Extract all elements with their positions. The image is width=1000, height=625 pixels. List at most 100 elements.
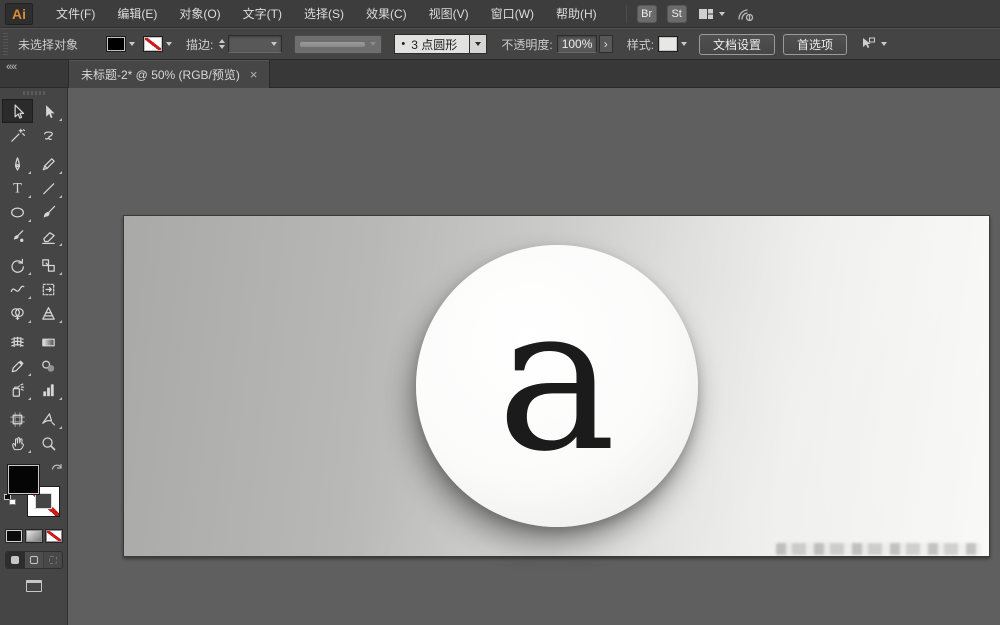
none-button[interactable] — [44, 529, 63, 543]
stroke-swatch-hole — [35, 494, 51, 508]
blend-tool[interactable] — [33, 354, 64, 378]
pen-tool[interactable] — [2, 152, 33, 176]
menu-item-edit[interactable]: 编辑(E) — [106, 0, 168, 28]
stock-button[interactable]: St — [666, 4, 687, 23]
main-menu: 文件(F) 编辑(E) 对象(O) 文字(T) 选择(S) 效果(C) 视图(V) 窗口(W)… — [45, 0, 608, 28]
color-button[interactable] — [4, 529, 23, 543]
fill-color-swatch[interactable] — [6, 464, 40, 495]
flyout-indicator — [27, 373, 31, 376]
scale-tool[interactable] — [33, 253, 64, 277]
artboard[interactable]: a — [123, 215, 990, 557]
opacity-input[interactable]: 100% — [556, 35, 597, 53]
gradient-button[interactable] — [24, 529, 43, 543]
opacity-label: 不透明度: — [501, 37, 553, 52]
chevron-down-icon — [881, 42, 888, 46]
width-tool[interactable] — [2, 277, 33, 301]
flyout-indicator — [58, 272, 62, 275]
opacity-panel-arrow[interactable]: › — [598, 35, 613, 53]
stroke-color-dropdown[interactable] — [143, 36, 172, 52]
white-circle[interactable]: a — [415, 245, 698, 527]
mesh-tool[interactable] — [2, 330, 33, 354]
brush-thumbnail: • — [401, 38, 406, 50]
collapse-panels-icon[interactable]: «« — [6, 61, 17, 73]
drawing-mode-buttons — [4, 551, 63, 569]
free-transform-tool[interactable] — [33, 277, 64, 301]
rotate-tool[interactable] — [2, 253, 33, 277]
eraser-tool[interactable] — [33, 224, 64, 248]
column-graph-tool[interactable] — [33, 378, 64, 402]
zoom-tool-icon — [41, 436, 55, 450]
flyout-indicator — [27, 397, 31, 400]
type-tool[interactable]: T — [2, 176, 33, 200]
line-segment-tool[interactable] — [33, 176, 64, 200]
artboard-tool[interactable] — [2, 407, 33, 431]
panel-grip[interactable] — [22, 91, 45, 95]
symbol-sprayer-tool[interactable] — [2, 378, 33, 402]
direct-selection-tool[interactable] — [33, 99, 64, 123]
app-logo: Ai — [5, 2, 33, 25]
eyedropper-tool[interactable] — [2, 354, 33, 378]
menu-item-effect[interactable]: 效果(C) — [355, 0, 418, 28]
draw-normal-button[interactable] — [5, 552, 25, 568]
style-label: 样式: — [626, 37, 655, 52]
blob-brush-tool[interactable] — [2, 224, 33, 248]
select-similar-dropdown[interactable] — [859, 35, 888, 53]
magic-wand-tool-icon — [10, 128, 25, 142]
draw-inside-button[interactable] — [42, 552, 62, 568]
style-dropdown[interactable] — [658, 36, 688, 52]
share-publish-icon[interactable] — [735, 5, 755, 23]
pencil-tool[interactable] — [33, 152, 64, 176]
selection-tool[interactable] — [1, 99, 33, 123]
preferences-button[interactable]: 首选项 — [783, 33, 848, 55]
document-setup-button[interactable]: 文档设置 — [699, 33, 776, 55]
default-fill-stroke-icon[interactable] — [3, 494, 16, 505]
menu-item-object[interactable]: 对象(O) — [168, 0, 231, 28]
slice-tool[interactable] — [33, 407, 64, 431]
flyout-indicator — [58, 397, 62, 400]
perspective-grid-tool[interactable] — [33, 301, 64, 325]
perspective-grid-tool-icon — [41, 306, 55, 320]
gradient-tool[interactable] — [33, 330, 64, 354]
hand-tool[interactable] — [2, 431, 33, 455]
bridge-button[interactable]: Br — [636, 4, 657, 23]
stroke-none-swatch — [143, 36, 163, 52]
stroke-weight-stepper[interactable] — [219, 39, 226, 49]
workspace-switcher[interactable] — [697, 5, 725, 23]
magic-wand-tool[interactable] — [2, 123, 33, 147]
width-profile-dropdown[interactable] — [294, 34, 383, 54]
letter-a: a — [496, 263, 617, 496]
menu-item-file[interactable]: 文件(F) — [45, 0, 106, 28]
brush-definition-dropdown[interactable]: • 3 点圆形 — [394, 34, 471, 54]
controlbar-grip[interactable] — [3, 33, 8, 55]
tab-bar: «« 未标题-2* @ 50% (RGB/预览) × — [0, 60, 1000, 88]
ellipse-tool[interactable] — [2, 200, 33, 224]
zoom-tool[interactable] — [33, 431, 64, 455]
flyout-indicator — [27, 171, 31, 174]
illustrator-window: Ai 文件(F) 编辑(E) 对象(O) 文字(T) 选择(S) 效果(C) 视图(V) 窗口… — [0, 0, 1000, 625]
flyout-indicator — [27, 219, 31, 222]
menu-item-help[interactable]: 帮助(H) — [545, 0, 608, 28]
paintbrush-tool-icon — [43, 205, 55, 218]
draw-behind-button[interactable] — [24, 552, 43, 568]
menu-item-window[interactable]: 窗口(W) — [480, 0, 545, 28]
canvas[interactable]: a — [68, 88, 1000, 625]
document-tab[interactable]: 未标题-2* @ 50% (RGB/预览) × — [68, 60, 271, 88]
tab-title: 未标题-2* @ 50% (RGB/预览) — [81, 67, 240, 82]
shape-builder-tool[interactable] — [2, 301, 33, 325]
stroke-weight-combobox[interactable] — [228, 35, 283, 53]
shape-builder-tool-icon — [10, 307, 24, 320]
menu-item-type[interactable]: 文字(T) — [232, 0, 293, 28]
screen-mode-button[interactable] — [21, 577, 47, 595]
slice-tool-icon — [41, 412, 55, 426]
fill-stroke-indicator — [2, 461, 66, 523]
fill-color-dropdown[interactable] — [106, 36, 135, 52]
paintbrush-tool[interactable] — [33, 200, 64, 224]
watermark — [776, 543, 981, 555]
menu-item-view[interactable]: 视图(V) — [418, 0, 480, 28]
width-tool-icon — [10, 285, 24, 292]
menu-item-select[interactable]: 选择(S) — [293, 0, 355, 28]
lasso-tool[interactable] — [33, 123, 64, 147]
tab-close-icon[interactable]: × — [250, 68, 258, 81]
swap-fill-stroke-icon[interactable] — [50, 461, 64, 474]
brush-dropdown-button[interactable] — [470, 34, 488, 54]
